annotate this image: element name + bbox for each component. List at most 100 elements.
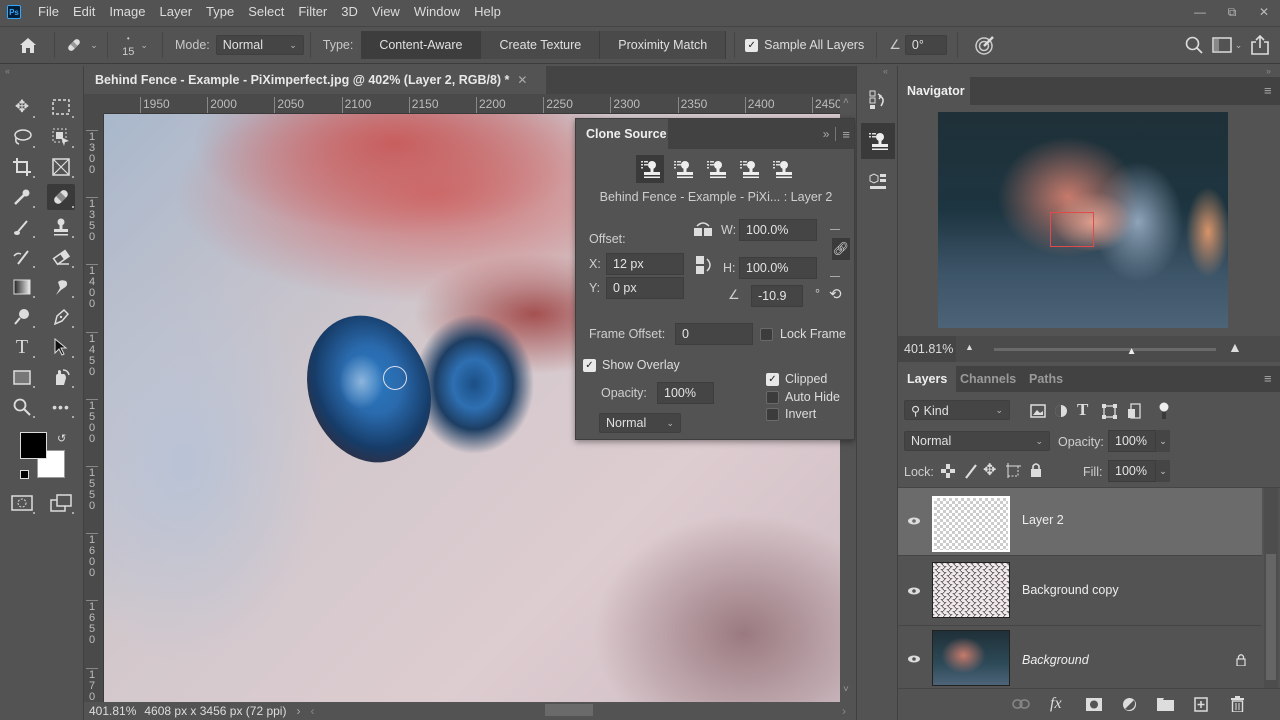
overlay-blend-mode-dropdown[interactable]: Normal ⌄ <box>599 413 681 433</box>
offset-y-input[interactable]: 0 px <box>606 277 684 299</box>
lock-transparent-pixels-icon[interactable] <box>941 464 955 478</box>
foreground-color-swatch[interactable] <box>20 432 47 459</box>
eyedropper-tool[interactable] <box>8 184 36 210</box>
filter-toggle-icon[interactable] <box>1158 402 1170 420</box>
pressure-size-button[interactable] <box>968 30 1002 60</box>
tool-preset-picker[interactable]: ⌄ <box>61 30 101 60</box>
visibility-eye-icon[interactable] <box>908 653 920 665</box>
lock-position-icon[interactable]: ✥ <box>983 460 996 480</box>
height-scale-input[interactable]: 100.0% <box>739 257 817 279</box>
visibility-eye-icon[interactable] <box>908 515 920 527</box>
type-content-aware[interactable]: Content-Aware <box>361 31 482 59</box>
clone-source-2-button[interactable] <box>669 155 697 183</box>
move-tool[interactable]: ✥ <box>8 94 36 120</box>
width-scale-input[interactable]: 100.0% <box>739 219 817 241</box>
clone-stamp-tool[interactable] <box>47 214 75 240</box>
gradient-tool[interactable] <box>8 274 36 300</box>
workspace-button[interactable]: ⌄ <box>1208 30 1246 60</box>
fill-dropdown[interactable]: ⌄ <box>1156 460 1170 482</box>
layer-opacity-dropdown[interactable]: ⌄ <box>1156 430 1170 452</box>
share-button[interactable] <box>1246 30 1274 60</box>
rotation-angle-input[interactable]: -10.9 <box>751 285 803 307</box>
clone-source-1-button[interactable] <box>636 155 664 183</box>
menu-image[interactable]: Image <box>102 0 152 24</box>
scroll-right-icon[interactable]: › <box>842 704 846 718</box>
expand-panels-icon[interactable]: « <box>883 66 888 76</box>
crop-tool[interactable] <box>8 154 36 180</box>
menu-window[interactable]: Window <box>407 0 467 24</box>
visibility-eye-icon[interactable] <box>908 585 920 597</box>
pen-tool[interactable] <box>47 304 75 330</box>
filter-shape-icon[interactable] <box>1102 404 1117 419</box>
menu-edit[interactable]: Edit <box>66 0 102 24</box>
layers-scrollbar[interactable] <box>1264 488 1278 688</box>
close-window-button[interactable]: ✕ <box>1248 0 1280 24</box>
close-icon[interactable]: ✕ <box>517 73 527 87</box>
tab-layers[interactable]: Layers <box>898 366 957 392</box>
menu-filter[interactable]: Filter <box>291 0 334 24</box>
mode-dropdown[interactable]: Normal ⌄ <box>215 35 304 55</box>
swap-colors-icon[interactable]: ↺ <box>57 432 66 445</box>
collapse-panel-icon[interactable]: « <box>5 66 10 76</box>
invert-checkbox[interactable]: Invert <box>766 407 816 421</box>
auto-hide-checkbox[interactable]: Auto Hide <box>766 390 840 404</box>
type-proximity-match[interactable]: Proximity Match <box>600 31 727 59</box>
flip-horizontal-icon[interactable] <box>693 221 713 237</box>
collapse-panel-icon[interactable]: » <box>823 127 830 141</box>
vertical-ruler[interactable]: 1300 1350 1400 1450 1500 1550 1600 1650 1700 <box>84 114 104 702</box>
lock-frame-checkbox[interactable]: Lock Frame <box>760 327 846 341</box>
filter-type-icon[interactable]: T <box>1077 400 1088 420</box>
type-tool[interactable]: T <box>8 334 36 360</box>
clone-source-5-button[interactable] <box>768 155 796 183</box>
layer-row[interactable]: Layer 2 <box>898 488 1262 556</box>
panel-menu-icon[interactable]: ≡ <box>1264 83 1272 98</box>
edit-toolbar-button[interactable]: ••• <box>47 394 75 420</box>
layer-row[interactable]: Background <box>898 626 1262 690</box>
reset-transform-icon[interactable]: ⟲ <box>829 285 842 303</box>
marquee-tool[interactable] <box>47 94 75 120</box>
link-layers-icon[interactable] <box>1012 699 1030 709</box>
menu-layer[interactable]: Layer <box>153 0 200 24</box>
history-brush-tool[interactable] <box>8 244 36 270</box>
filter-pixel-icon[interactable] <box>1030 404 1046 418</box>
smudge-tool[interactable] <box>47 274 75 300</box>
layer-filter-dropdown[interactable]: ⚲ Kind ⌄ <box>904 400 1010 420</box>
collapse-right-icon[interactable]: » <box>1266 66 1271 76</box>
home-button[interactable] <box>8 30 48 60</box>
frame-offset-input[interactable]: 0 <box>675 323 753 345</box>
flip-vertical-icon[interactable] <box>695 255 713 275</box>
layer-row[interactable]: Background copy <box>898 556 1262 626</box>
angle-input[interactable]: 0° <box>904 35 947 55</box>
panel-menu-icon[interactable]: ≡ <box>842 127 850 142</box>
clone-source-3-button[interactable] <box>702 155 730 183</box>
zoom-out-icon[interactable]: ▲ <box>965 342 974 352</box>
navigator-zoom-slider-thumb[interactable]: ▲ <box>1127 346 1137 357</box>
document-tab[interactable]: Behind Fence - Example - PiXimperfect.jp… <box>84 66 546 94</box>
navigator-view-box[interactable] <box>1050 212 1094 247</box>
adjustment-layer-icon[interactable] <box>1122 697 1137 712</box>
history-panel-button[interactable] <box>861 82 895 118</box>
layer-blend-mode-dropdown[interactable]: Normal ⌄ <box>904 431 1050 451</box>
layer-opacity-input[interactable]: 100% <box>1108 430 1156 452</box>
navigator-zoom-input[interactable]: 401.81% <box>898 336 956 362</box>
clone-source-tab[interactable]: Clone Source <box>576 119 668 149</box>
status-menu-arrow-icon[interactable]: › <box>296 704 300 718</box>
lock-artboard-icon[interactable] <box>1006 463 1021 478</box>
rotate-view-tool[interactable] <box>47 364 75 390</box>
default-colors-icon[interactable] <box>20 470 29 479</box>
zoom-in-icon[interactable]: ▲ <box>1228 339 1242 355</box>
clone-source-4-button[interactable] <box>735 155 763 183</box>
clone-source-panel-button[interactable] <box>861 123 895 159</box>
layer-name[interactable]: Background copy <box>1022 583 1119 597</box>
filter-smart-object-icon[interactable] <box>1127 403 1141 419</box>
navigator-zoom-slider[interactable] <box>994 348 1216 351</box>
quick-mask-button[interactable] <box>8 490 36 516</box>
restore-button[interactable]: ⧉ <box>1216 0 1248 24</box>
tab-paths[interactable]: Paths <box>1029 366 1063 392</box>
layers-scrollbar-thumb[interactable] <box>1266 554 1276 680</box>
panel-menu-icon[interactable]: ≡ <box>1264 371 1272 386</box>
menu-help[interactable]: Help <box>467 0 508 24</box>
status-zoom[interactable]: 401.81% <box>89 704 136 718</box>
horizontal-ruler[interactable]: 1950 2000 2050 2100 2150 2200 2250 2300 2350 2400… <box>104 94 840 114</box>
add-mask-icon[interactable] <box>1086 698 1102 711</box>
